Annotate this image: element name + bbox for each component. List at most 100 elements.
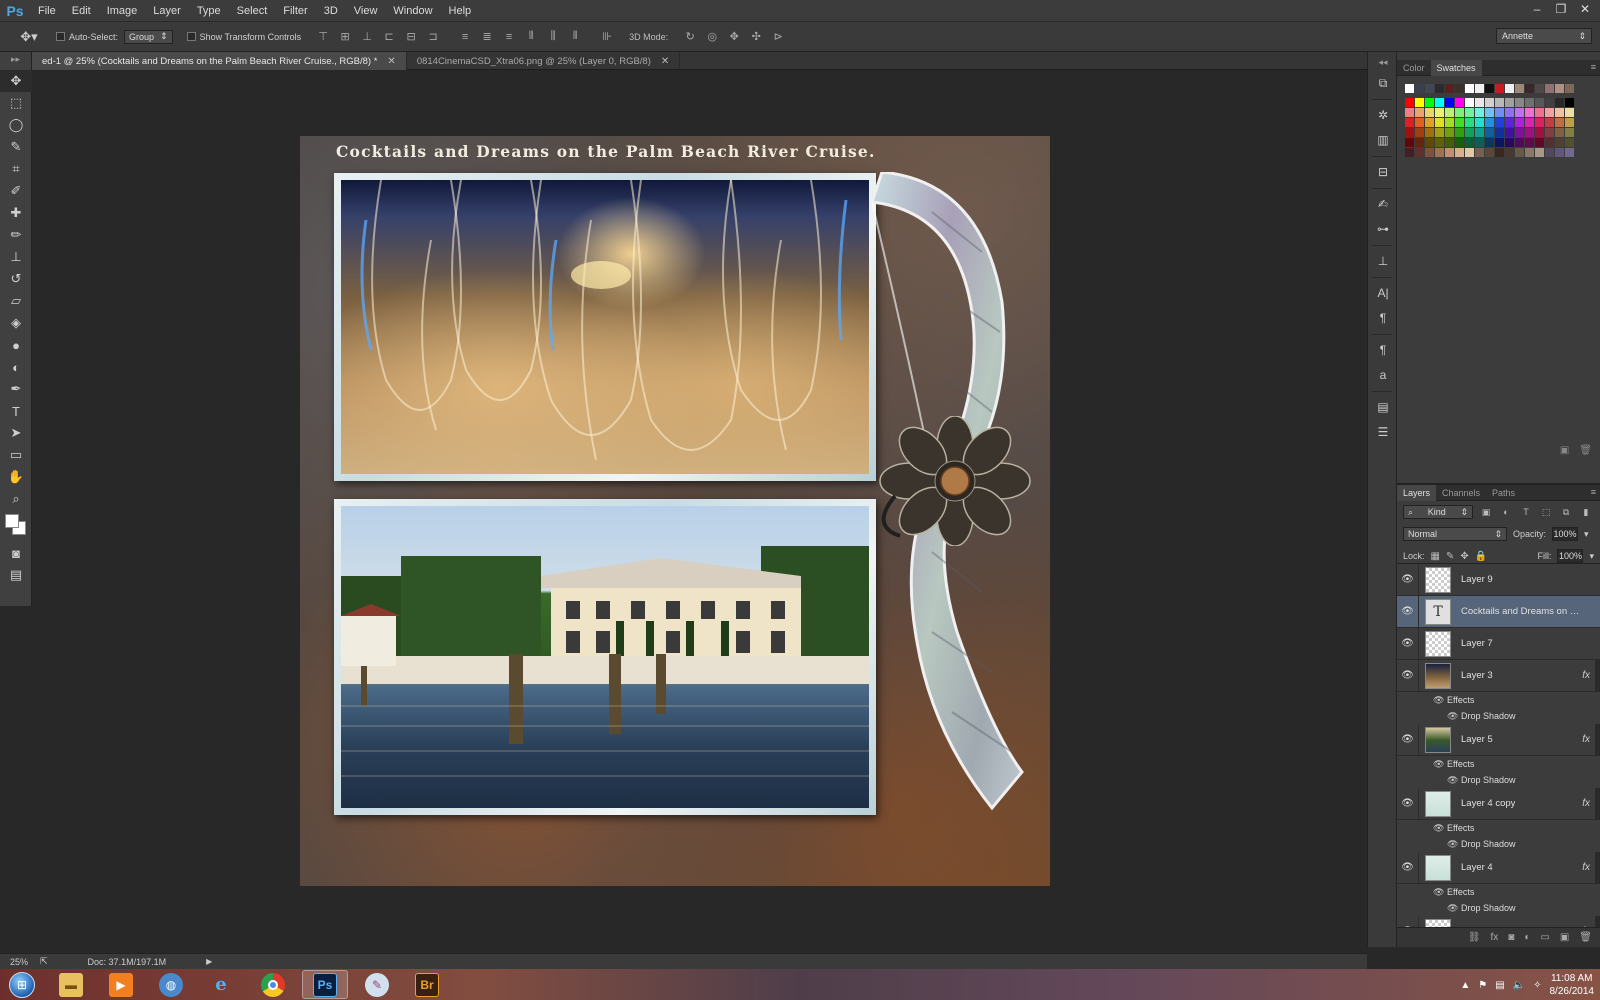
effect-visibility-eye-icon[interactable]: 👁: [1433, 695, 1444, 706]
layer-row[interactable]: 👁 Layer 7: [1397, 627, 1600, 660]
swatch[interactable]: [1455, 118, 1464, 127]
menu-filter[interactable]: Filter: [275, 0, 315, 22]
waterfront-mansion-photo[interactable]: [341, 506, 869, 808]
swatch[interactable]: [1455, 148, 1464, 157]
clock[interactable]: 11:08 AM 8/26/2014: [1550, 972, 1595, 998]
tab-paths[interactable]: Paths: [1486, 485, 1521, 501]
paragraph-panel-icon[interactable]: ¶: [1368, 307, 1398, 329]
swatch[interactable]: [1515, 148, 1524, 157]
swatch[interactable]: [1485, 118, 1494, 127]
menu-image[interactable]: Image: [99, 0, 146, 22]
paragraph-styles-panel-icon[interactable]: ¶: [1368, 339, 1398, 361]
drop-shadow-effect-row[interactable]: 👁 Drop Shadow: [1397, 900, 1600, 916]
fill-field[interactable]: 100%: [1557, 549, 1584, 563]
layer-name[interactable]: Layer 7: [1461, 638, 1493, 649]
close-tab-icon[interactable]: ✕: [661, 56, 669, 67]
swatch[interactable]: [1465, 84, 1474, 93]
panel-menu-icon[interactable]: ≡: [1591, 62, 1596, 72]
swatch[interactable]: [1465, 98, 1474, 107]
swatch[interactable]: [1465, 108, 1474, 117]
swatch[interactable]: [1415, 148, 1424, 157]
brush-panel-icon[interactable]: ⊶: [1368, 218, 1398, 240]
visibility-eye-icon[interactable]: 👁: [1397, 787, 1419, 820]
swatch[interactable]: [1415, 108, 1424, 117]
notes-panel-icon[interactable]: ☰: [1368, 421, 1398, 443]
swatch[interactable]: [1495, 148, 1504, 157]
quick-mask-icon[interactable]: ◙: [0, 542, 32, 564]
auto-select-dropdown[interactable]: Group ⇕: [124, 29, 173, 44]
swatch[interactable]: [1505, 128, 1514, 137]
swatch[interactable]: [1455, 98, 1464, 107]
drop-shadow-effect-row[interactable]: 👁 Drop Shadow: [1397, 708, 1600, 724]
swatch[interactable]: [1505, 148, 1514, 157]
swatch[interactable]: [1515, 84, 1524, 93]
effects-expand-toggle[interactable]: [1595, 852, 1600, 884]
swatch[interactable]: [1455, 128, 1464, 137]
menu-view[interactable]: View: [346, 0, 386, 22]
swatch[interactable]: [1405, 98, 1414, 107]
swatch[interactable]: [1565, 138, 1574, 147]
swatch[interactable]: [1555, 108, 1564, 117]
swatch[interactable]: [1485, 138, 1494, 147]
marquee-tool-icon[interactable]: ⬚: [0, 92, 32, 114]
layer-effects-icon[interactable]: fx: [1582, 862, 1590, 873]
delete-swatch-icon[interactable]: 🗑: [1579, 445, 1592, 456]
3d-slide-icon[interactable]: ✣: [746, 29, 766, 45]
swatch[interactable]: [1495, 128, 1504, 137]
swatch[interactable]: [1545, 98, 1554, 107]
doc-tab[interactable]: 0814CinemaCSD_Xtra06.png @ 25% (Layer 0,…: [407, 52, 681, 70]
history-panel-icon[interactable]: ⧉: [1368, 72, 1398, 94]
color-swatches[interactable]: [0, 510, 32, 542]
lock-transparent-icon[interactable]: ▦: [1431, 551, 1440, 562]
auto-select-checkbox[interactable]: [56, 32, 65, 41]
photo-frame-mansion[interactable]: [334, 499, 876, 815]
swatch[interactable]: [1405, 148, 1414, 157]
swatch[interactable]: [1565, 118, 1574, 127]
eraser-tool-icon[interactable]: ▱: [0, 290, 32, 312]
layer-thumbnail[interactable]: [1425, 630, 1451, 657]
restore-button[interactable]: ❐: [1550, 0, 1572, 18]
swatch[interactable]: [1525, 148, 1534, 157]
rectangle-tool-icon[interactable]: ▭: [0, 444, 32, 466]
dodge-tool-icon[interactable]: ◐: [0, 356, 32, 378]
swatch[interactable]: [1545, 84, 1554, 93]
crop-tool-icon[interactable]: ⌗: [0, 158, 32, 180]
align-vcenter-icon[interactable]: ⊞: [335, 29, 355, 45]
swatch[interactable]: [1525, 128, 1534, 137]
wine-glasses-photo[interactable]: [341, 180, 869, 474]
layer-name[interactable]: Layer 4 copy: [1461, 798, 1515, 809]
swatch[interactable]: [1475, 108, 1484, 117]
path-selection-tool-icon[interactable]: ➤: [0, 422, 32, 444]
swatch[interactable]: [1435, 128, 1444, 137]
lock-position-icon[interactable]: ✥: [1460, 551, 1468, 562]
new-adjustment-icon[interactable]: ◐: [1524, 932, 1530, 943]
layer-list[interactable]: 👁 Layer 9 👁 T Cocktails and Dreams on th... 👁…: [1397, 563, 1600, 929]
swatch[interactable]: [1505, 118, 1514, 127]
tab-layers[interactable]: Layers: [1397, 484, 1437, 501]
layer-thumbnail[interactable]: [1425, 726, 1451, 753]
layer-effects-icon[interactable]: fx: [1582, 670, 1590, 681]
bridge-taskbar-item[interactable]: Br: [404, 970, 450, 999]
swatch[interactable]: [1475, 128, 1484, 137]
lasso-tool-icon[interactable]: ◯: [0, 114, 32, 136]
filter-pixel-icon[interactable]: ▣: [1479, 505, 1493, 519]
swatch[interactable]: [1545, 118, 1554, 127]
swatch[interactable]: [1545, 138, 1554, 147]
show-hidden-icons-icon[interactable]: ▲: [1460, 980, 1470, 991]
swatch[interactable]: [1435, 98, 1444, 107]
visibility-eye-icon[interactable]: 👁: [1397, 564, 1419, 596]
character-panel-icon[interactable]: A|: [1368, 282, 1398, 304]
swatch[interactable]: [1515, 138, 1524, 147]
filter-adjustment-icon[interactable]: ◐: [1499, 505, 1513, 519]
dropbox-icon[interactable]: ✧: [1533, 980, 1541, 991]
layer-row[interactable]: 👁 T Cocktails and Dreams on th...: [1397, 595, 1600, 628]
swatch[interactable]: [1495, 98, 1504, 107]
menu-help[interactable]: Help: [441, 0, 480, 22]
layer-row[interactable]: 👁 Layer 9: [1397, 564, 1600, 596]
menu-3d[interactable]: 3D: [316, 0, 346, 22]
swatch[interactable]: [1545, 128, 1554, 137]
menu-layer[interactable]: Layer: [145, 0, 189, 22]
minimize-button[interactable]: –: [1526, 0, 1548, 18]
swatch[interactable]: [1425, 108, 1434, 117]
swatch[interactable]: [1425, 138, 1434, 147]
